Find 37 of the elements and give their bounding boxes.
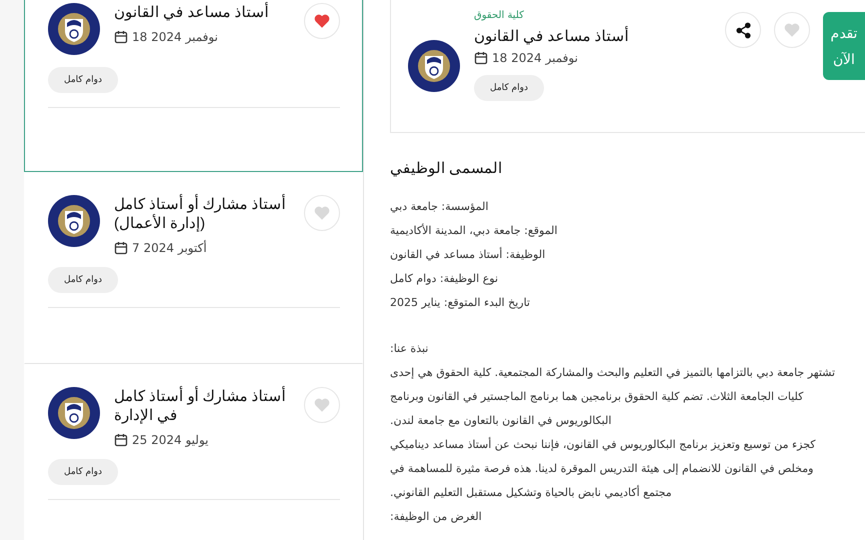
job-type-tag: دوام كامل bbox=[48, 459, 118, 485]
calendar-icon bbox=[114, 30, 128, 44]
section-title: المسمى الوظيفي bbox=[390, 159, 504, 177]
share-icon bbox=[734, 22, 752, 38]
share-button[interactable] bbox=[725, 12, 761, 48]
job-date: نوفمبر 2024 18 bbox=[132, 30, 218, 44]
job-type-tag: دوام كامل bbox=[474, 75, 544, 101]
job-card[interactable]: أستاذ مساعد في القانون نوفمبر 2024 18 دوام كامل bbox=[24, 0, 363, 172]
category-label: كلية الحقوق bbox=[474, 10, 524, 21]
job-card[interactable]: أستاذ مشارك أو أستاذ كامل في الإدارة يوليو 2024 25 دوام كامل bbox=[24, 364, 363, 540]
job-title: أستاذ مساعد في القانون bbox=[114, 3, 269, 22]
calendar-icon bbox=[114, 241, 128, 255]
job-type-tag: دوام كامل bbox=[48, 67, 118, 93]
university-logo bbox=[48, 3, 100, 55]
university-logo bbox=[48, 387, 100, 439]
job-type-tag: دوام كامل bbox=[48, 267, 118, 293]
university-logo bbox=[408, 40, 460, 92]
job-fact: الوظيفة: أستاذ مساعد في القانون bbox=[390, 246, 546, 263]
calendar-icon bbox=[114, 433, 128, 447]
job-date: أكتوبر 2024 7 bbox=[132, 241, 207, 255]
calendar-icon bbox=[474, 51, 488, 65]
description-paragraph: نبذة عنا: bbox=[390, 341, 430, 357]
job-title: أستاذ مشارك أو أستاذ كامل (إدارة الأعمال) bbox=[114, 195, 287, 233]
description-paragraph: تشتهر جامعة دبي بالتزامها بالتميز في التعليم والبحث والمشاركة المجتمعية. كلية الحقوق هي إحدى كليات الجامعة الثلاث. تضم كلية الحقوق برنامجين هما برنامج الماجستير في القانون وبرنامج البكالوريوس في القانون بالتعاون مع جامعة لندن. bbox=[390, 365, 836, 429]
job-title: أستاذ مساعد في القانون bbox=[474, 27, 629, 45]
university-logo bbox=[48, 195, 100, 247]
job-fact: المؤسسة: جامعة دبي bbox=[390, 199, 490, 215]
job-card[interactable]: أستاذ مشارك أو أستاذ كامل (إدارة الأعمال) أكتوبر 2024 7 دوام كامل bbox=[24, 172, 363, 364]
favorite-button[interactable] bbox=[304, 3, 340, 39]
job-title: أستاذ مشارك أو أستاذ كامل في الإدارة bbox=[114, 387, 287, 425]
description-paragraph: الغرض من الوظيفة: bbox=[390, 509, 483, 525]
job-fact: تاريخ البدء المتوقع: يناير 2025 bbox=[390, 295, 531, 311]
job-fact: الموقع: جامعة دبي، المدينة الأكاديمية bbox=[390, 222, 558, 239]
job-date: يوليو 2024 25 bbox=[132, 433, 208, 447]
job-fact: نوع الوظيفة: دوام كامل bbox=[390, 271, 500, 287]
description-paragraph: كجزء من توسيع وتعزيز برنامج البكالوريوس في القانون، فإننا نبحث عن أستاذ مساعد ديناميكي ومخلص في القانون للانضمام إلى هيئة التدريس الموقرة لدينا. هذه فرصة مثيرة للمساهمة في مجتمع أكاديمي نابض بالحياة وتشكيل مستقبل التعليم القانوني. bbox=[390, 436, 817, 501]
job-date: نوفمبر 2024 18 bbox=[492, 51, 578, 65]
